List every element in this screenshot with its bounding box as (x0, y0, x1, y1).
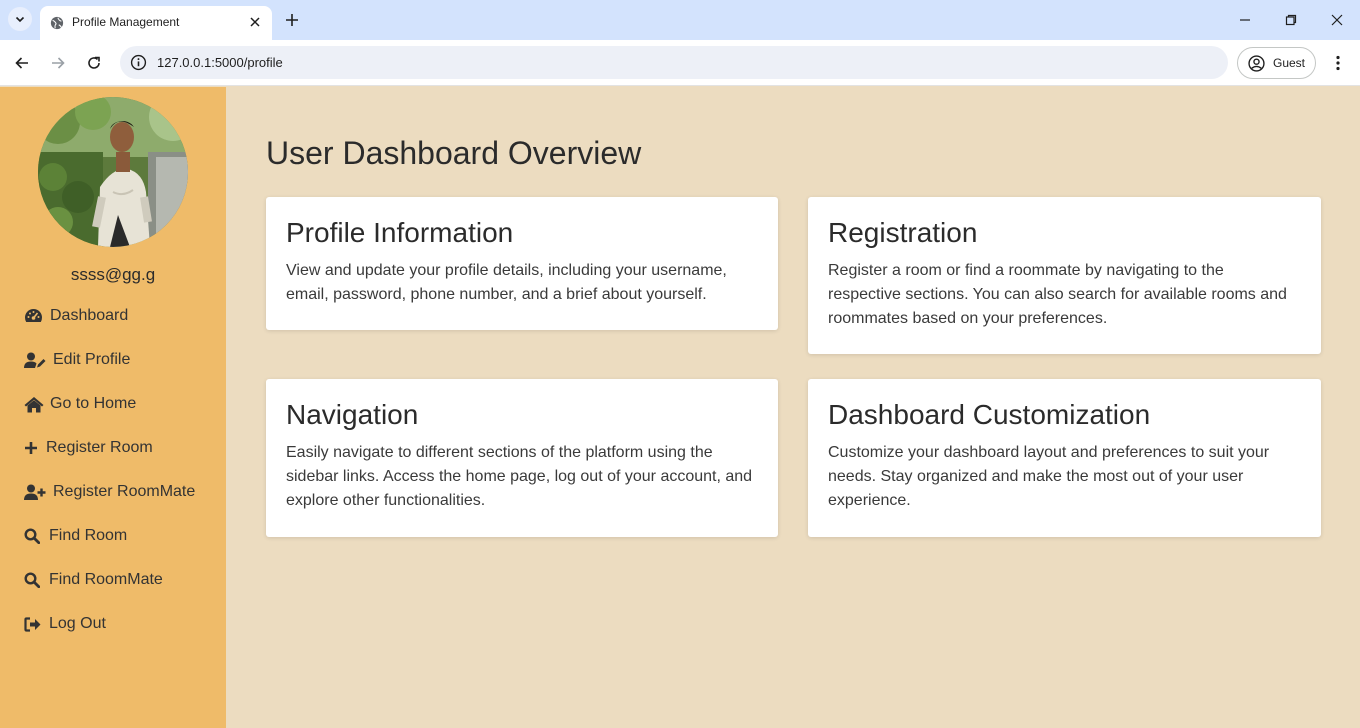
home-icon (24, 394, 44, 414)
globe-icon (50, 16, 64, 30)
sidebar-item-dashboard[interactable]: Dashboard (24, 301, 128, 331)
chevron-down-icon (15, 16, 25, 23)
sign-out-icon (24, 614, 43, 634)
tab-close-button[interactable] (246, 13, 264, 31)
card-text: Register a room or find a roommate by na… (828, 262, 1287, 327)
sidebar-item-label: Go to Home (50, 395, 137, 412)
sidebar-item-go-to-home[interactable]: Go to Home (24, 389, 136, 419)
browser-tab[interactable]: Profile Management (40, 6, 272, 40)
dashboard-gauge-icon (24, 306, 44, 326)
user-plus-icon (24, 482, 47, 502)
sidebar-item-register-room[interactable]: Register Room (24, 433, 153, 463)
main-content: User Dashboard Overview Profile Informat… (226, 87, 1360, 728)
profile-button[interactable]: Guest (1237, 47, 1316, 79)
card-title: Navigation (286, 399, 419, 430)
url-text: 127.0.0.1:5000/profile (157, 55, 283, 70)
card-title: Profile Information (286, 217, 514, 248)
sidebar: ssss@gg.g Dashboard Edit Profile Go to H… (0, 87, 226, 728)
browser-tab-strip: Profile Management (0, 0, 1360, 40)
arrow-right-icon (52, 57, 65, 69)
browser-toolbar: 127.0.0.1:5000/profile Guest (0, 40, 1360, 86)
back-button[interactable] (11, 52, 33, 74)
minimize-button[interactable] (1236, 11, 1254, 29)
reload-icon (88, 56, 100, 69)
card-text: Customize your dashboard layout and pref… (828, 444, 1270, 509)
sidebar-item-find-room[interactable]: Find Room (24, 521, 127, 551)
close-icon (250, 17, 260, 27)
tab-title: Profile Management (72, 15, 180, 29)
forward-button[interactable] (47, 52, 69, 74)
info-icon[interactable] (130, 54, 147, 71)
sidebar-item-edit-profile[interactable]: Edit Profile (24, 345, 130, 375)
user-edit-icon (24, 350, 47, 370)
sidebar-item-label: Dashboard (50, 307, 129, 324)
card-text: View and update your profile details, in… (286, 262, 727, 303)
sidebar-item-label: Log Out (49, 615, 106, 632)
sidebar-username: ssss@gg.g (70, 265, 156, 284)
sidebar-item-register-roommate[interactable]: Register RoomMate (24, 477, 195, 507)
arrow-left-icon (15, 57, 28, 69)
page-title: User Dashboard Overview (266, 135, 642, 171)
card-profile-information: Profile Information View and update your… (266, 197, 778, 330)
card-text: Easily navigate to different sections of… (286, 444, 753, 509)
kebab-menu-icon (1336, 55, 1340, 71)
address-bar[interactable]: 127.0.0.1:5000/profile (120, 46, 1228, 79)
card-registration: Registration Register a room or find a r… (808, 197, 1321, 354)
avatar (38, 97, 188, 247)
card-navigation: Navigation Easily navigate to different … (266, 379, 778, 537)
profile-label: Guest (1273, 56, 1306, 70)
browser-menu-button[interactable] (1328, 52, 1348, 74)
close-window-button[interactable] (1328, 11, 1346, 29)
sidebar-item-find-roommate[interactable]: Find RoomMate (24, 565, 163, 595)
plus-icon (24, 438, 40, 458)
sidebar-item-label: Find Room (49, 527, 128, 544)
sidebar-item-label: Register RoomMate (53, 483, 196, 500)
tab-search-button[interactable] (8, 7, 32, 31)
card-dashboard-customization: Dashboard Customization Customize your d… (808, 379, 1321, 537)
sidebar-item-log-out[interactable]: Log Out (24, 609, 106, 639)
sidebar-item-label: Edit Profile (53, 351, 131, 368)
plus-icon (286, 14, 298, 26)
sidebar-item-label: Register Room (46, 439, 153, 456)
sidebar-item-label: Find RoomMate (49, 571, 163, 588)
new-tab-button[interactable] (282, 10, 302, 30)
restore-button[interactable] (1282, 11, 1300, 29)
reload-button[interactable] (83, 52, 105, 74)
minimize-icon (1240, 19, 1250, 21)
card-title: Registration (828, 217, 978, 248)
account-circle-icon (1248, 55, 1265, 72)
search-icon (24, 570, 43, 590)
close-icon (1331, 14, 1343, 26)
search-icon (24, 526, 43, 546)
card-title: Dashboard Customization (828, 399, 1151, 430)
restore-icon (1285, 14, 1297, 26)
user-photo (38, 97, 188, 247)
